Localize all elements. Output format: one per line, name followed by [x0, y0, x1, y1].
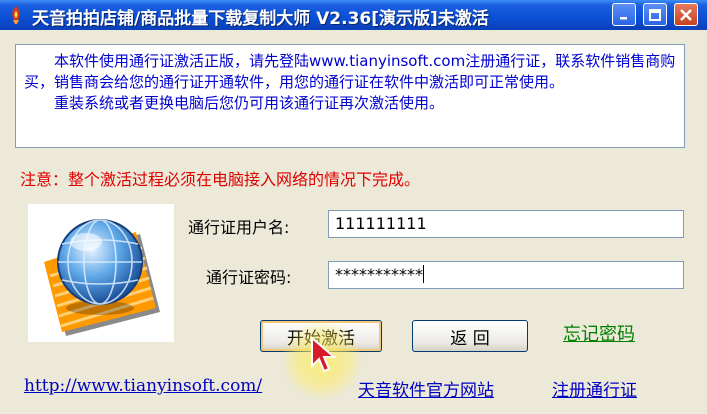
mouse-pointer-icon [311, 336, 337, 373]
register-passport-link[interactable]: 注册通行证 [552, 376, 637, 401]
logo-panel [28, 204, 174, 342]
username-value: 111111111 [335, 214, 427, 233]
forgot-password-link[interactable]: 忘记密码 [563, 320, 635, 346]
text-caret [423, 265, 424, 283]
title-bar[interactable]: 天音拍拍店铺/商品批量下载复制大师 V2.36[演示版]未激活 [0, 0, 707, 30]
notice-paragraph-1: 本软件使用通行证激活正版，请先登陆www.tianyinsoft.com注册通行… [24, 52, 676, 91]
official-site-link[interactable]: 天音软件官方网站 [358, 376, 494, 401]
globe-on-document-icon [44, 219, 160, 336]
maximize-button[interactable] [643, 3, 667, 26]
notice-paragraph-2: 重装系统或者更换电脑后您仍可用该通行证再次激活使用。 [54, 94, 445, 112]
window-title: 天音拍拍店铺/商品批量下载复制大师 V2.36[演示版]未激活 [32, 9, 489, 29]
close-button[interactable] [674, 3, 698, 26]
network-warning: 注意：整个激活过程必须在电脑接入网络的情况下完成。 [20, 170, 421, 189]
close-icon [680, 8, 692, 21]
minimize-button[interactable] [612, 3, 636, 26]
notice-box: 本软件使用通行证激活正版，请先登陆www.tianyinsoft.com注册通行… [15, 44, 685, 148]
back-button-label: 返 回 [450, 328, 490, 349]
password-value: *********** [335, 265, 423, 284]
username-label: 通行证用户名: [188, 218, 290, 237]
app-icon [12, 6, 20, 24]
back-button[interactable]: 返 回 [412, 320, 528, 352]
password-label: 通行证密码: [206, 268, 292, 287]
password-input[interactable]: *********** [328, 261, 684, 289]
minimize-icon [620, 16, 627, 19]
username-input[interactable]: 111111111 [328, 210, 684, 238]
maximize-icon [649, 8, 661, 21]
website-url-link[interactable]: http://www.tianyinsoft.com/ [24, 376, 262, 396]
